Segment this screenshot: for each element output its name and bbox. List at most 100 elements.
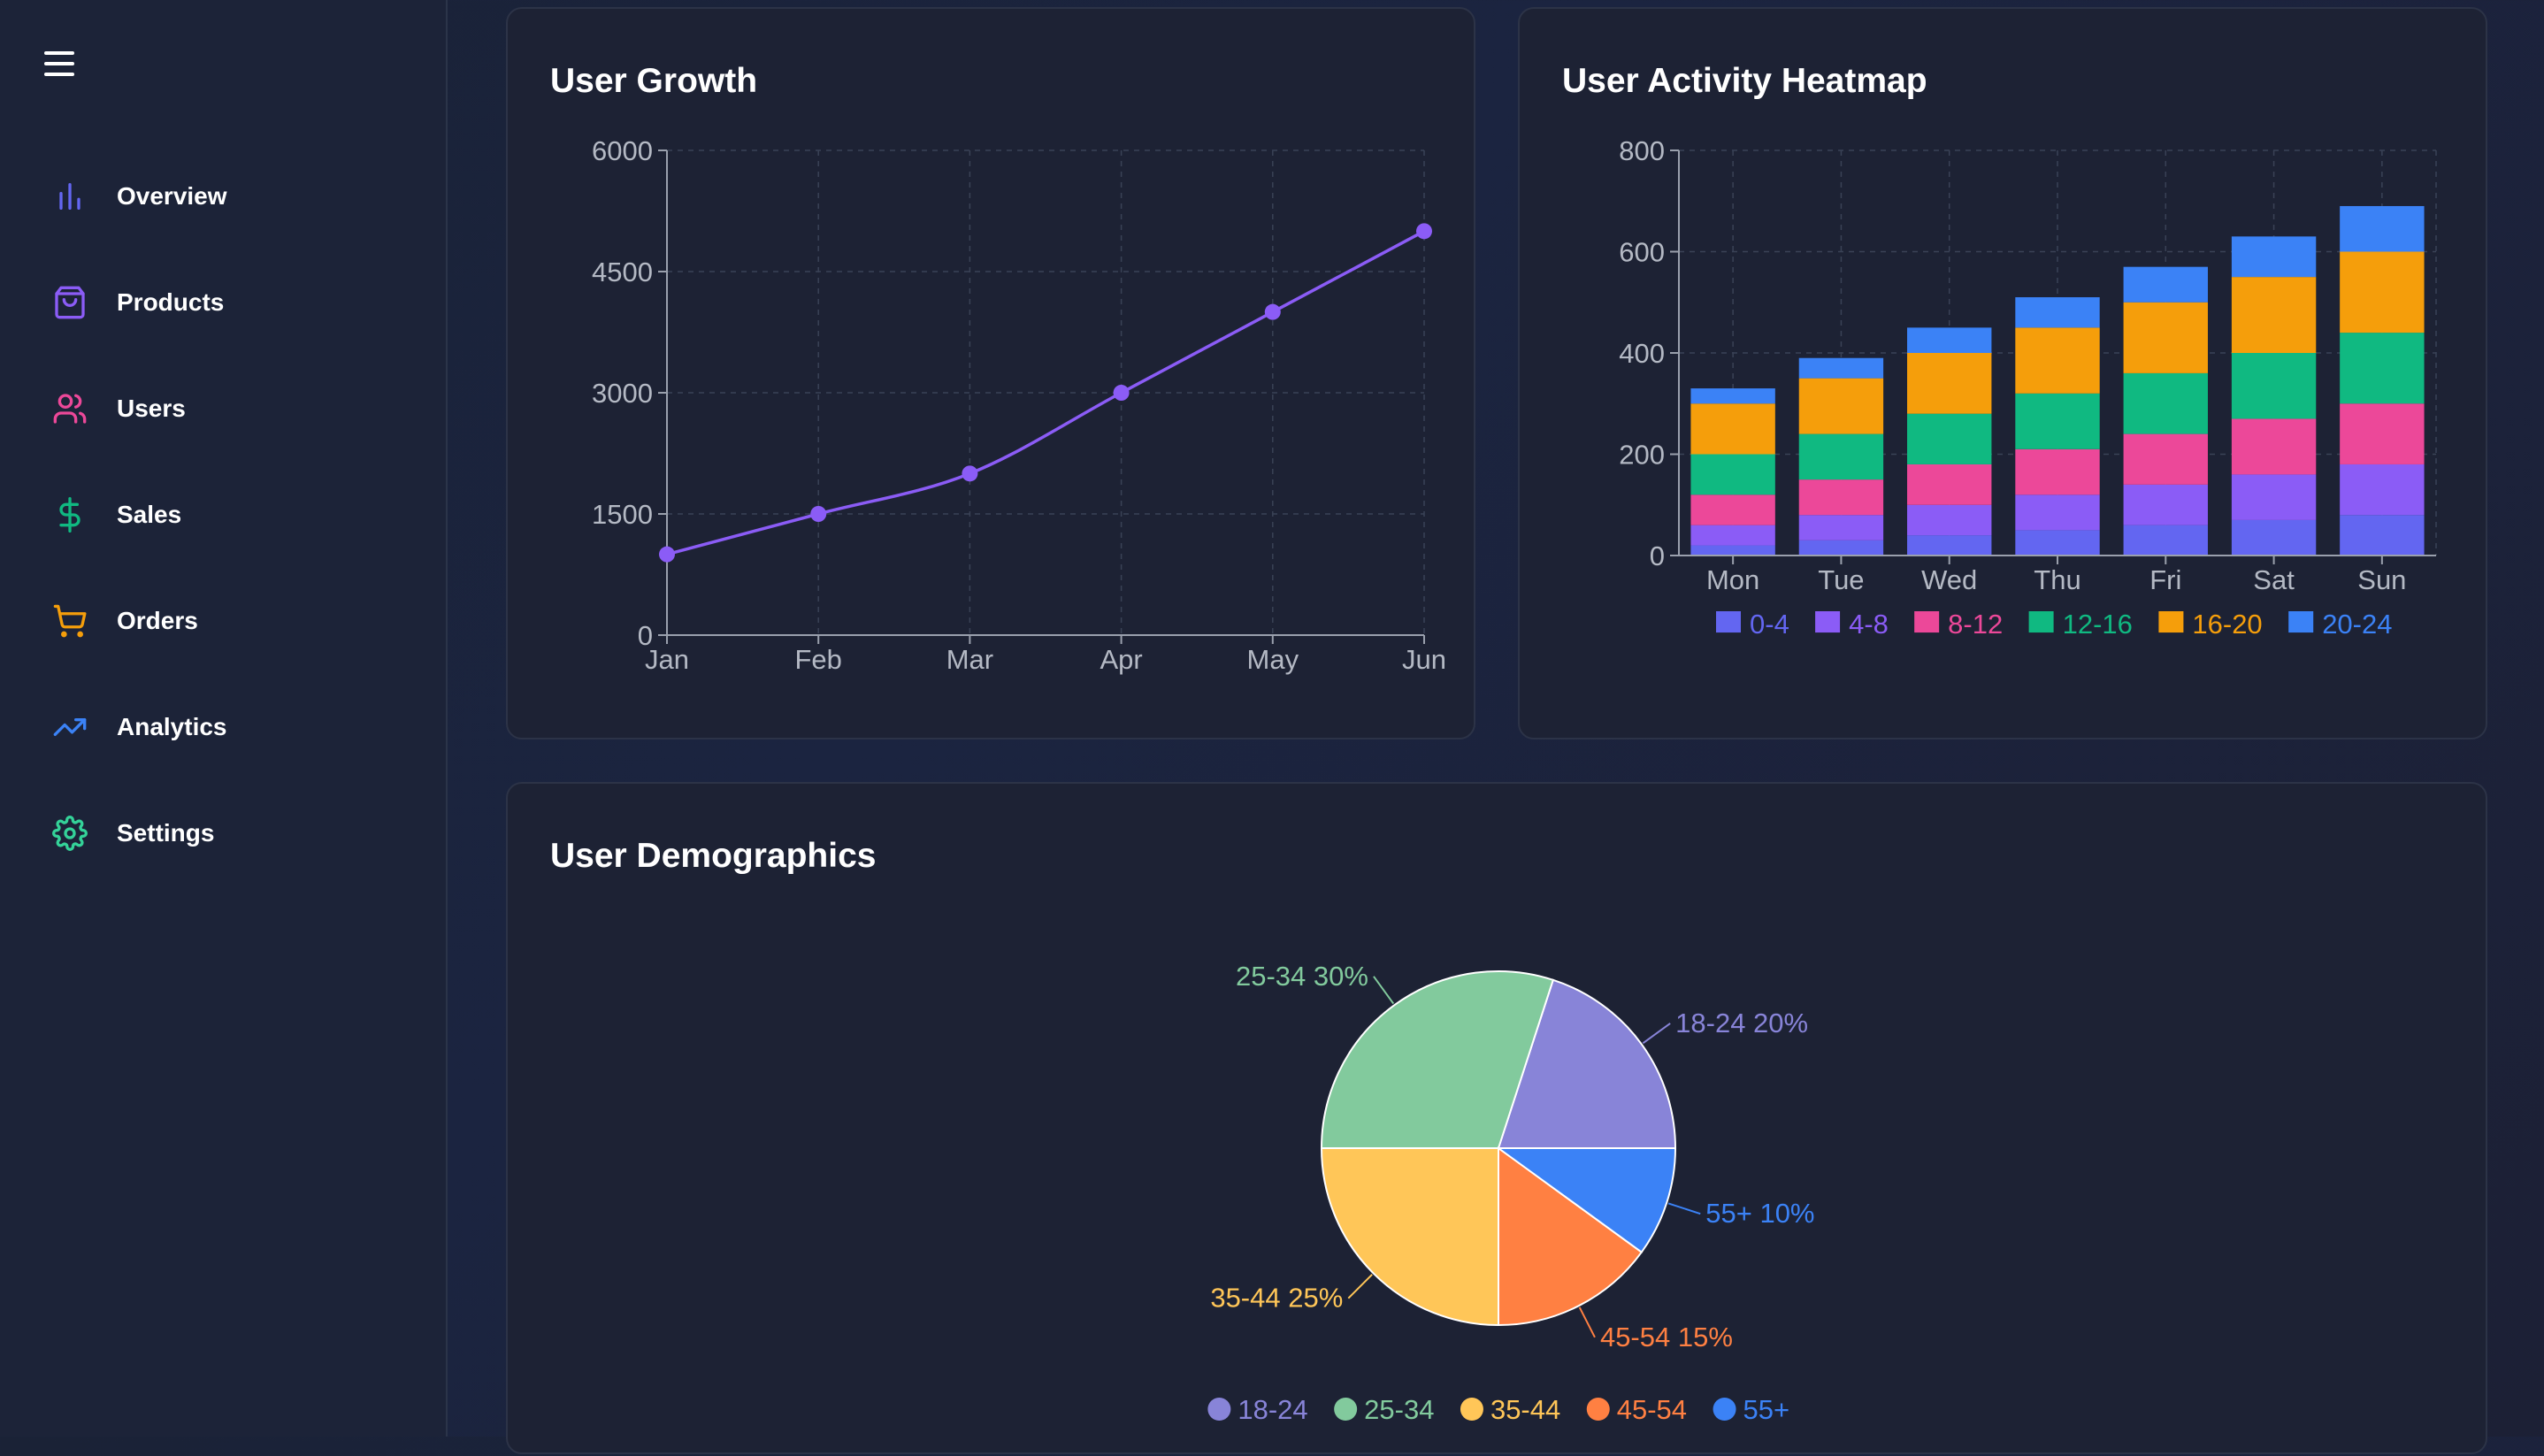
sidebar-item-settings[interactable]: Settings (51, 807, 214, 860)
bar-segment (2340, 333, 2425, 404)
legend-label: 55+ (1743, 1394, 1790, 1425)
dollar-sign-icon (51, 496, 88, 533)
label-connector (1667, 1202, 1701, 1215)
bar-segment (2231, 519, 2317, 556)
pie (1320, 970, 1677, 1327)
data-point (962, 465, 978, 482)
user-activity-heatmap-card: User Activity Heatmap 0 200 400 600 800 Mon Tu… (1518, 7, 2487, 739)
gear-icon (51, 815, 88, 852)
bar-segment (1690, 545, 1775, 556)
bar-segment (2340, 251, 2425, 333)
sidebar-item-label: Sales (117, 501, 182, 528)
sidebar-item-sales[interactable]: Sales (51, 488, 181, 541)
bar-segment (2123, 525, 2208, 556)
grid (667, 149, 1425, 635)
bar-segment (1907, 327, 1992, 353)
sidebar-item-analytics[interactable]: Analytics (51, 701, 227, 754)
x-tick-label: Tue (1818, 564, 1864, 595)
bar-segment (1907, 535, 1992, 556)
sidebar-item-users[interactable]: Users (51, 382, 186, 435)
bar-segment (2231, 236, 2317, 278)
x-tick-label: Jun (1402, 644, 1446, 675)
users-icon (51, 390, 88, 427)
legend-swatch (1713, 1398, 1736, 1421)
legend-swatch (1914, 611, 1940, 633)
legend-label: 25-34 (1364, 1394, 1434, 1425)
x-tick-label: Sun (2357, 564, 2406, 595)
shopping-cart-icon (51, 602, 88, 640)
bar-segment (2123, 266, 2208, 303)
series-line (666, 229, 1425, 556)
bar-segment (2340, 464, 2425, 516)
y-tick-label: 400 (1619, 338, 1665, 369)
x-tick-label: Apr (1100, 644, 1142, 675)
y-tick-label: 6000 (592, 135, 653, 166)
bar-segment (2340, 403, 2425, 464)
trending-up-icon (51, 709, 88, 746)
bar-segment (1690, 403, 1775, 455)
sidebar-item-products[interactable]: Products (51, 276, 224, 329)
bar-segment (2015, 393, 2100, 449)
bar-segment (1798, 515, 1884, 540)
bar-segment (1798, 540, 1884, 556)
legend-swatch (2158, 611, 2184, 633)
user-growth-card: User Growth 0 1500 3000 4500 6000 Jan Feb Mar Ap… (506, 7, 1475, 739)
data-point (1416, 223, 1432, 240)
bar-segment (2123, 484, 2208, 525)
sidebar-item-label: Users (117, 395, 186, 422)
legend-label: 18-24 (1238, 1394, 1307, 1425)
bar-segment (2123, 302, 2208, 373)
label-connector (1642, 1023, 1671, 1045)
bar-segment (2015, 448, 2100, 495)
shopping-bag-icon (51, 284, 88, 321)
x-tick-label: Feb (794, 644, 841, 675)
legend-swatch (1716, 611, 1741, 633)
bar-segment (2231, 277, 2317, 353)
y-tick-label: 0 (1650, 540, 1665, 571)
bar-segment (1798, 357, 1884, 379)
bar-segment (1907, 353, 1992, 414)
y-tick-label: 1500 (592, 499, 653, 530)
user-demographics-card: User Demographics 18-24 20% 25-34 30% 35-4… (506, 782, 2487, 1454)
data-point (1113, 385, 1130, 401)
pie-slice (1320, 1147, 1499, 1327)
user-demographics-chart: 18-24 20% 25-34 30% 35-44 25% 45-54 15% 55+ … (1207, 961, 1815, 1425)
bar-segment (1798, 479, 1884, 516)
sidebar-item-overview[interactable]: Overview (51, 170, 227, 223)
legend-label: 8-12 (1948, 609, 2003, 640)
bar-segment (1798, 378, 1884, 434)
y-tick-label: 600 (1619, 237, 1665, 268)
data-point (1264, 303, 1281, 320)
user-growth-chart: 01500300045006000Jan Feb Mar Apr May Jun (592, 135, 1446, 675)
bar-segment (2123, 433, 2208, 485)
bar-segment (1690, 525, 1775, 546)
legend: 0-4 4-8 8-12 12-16 16-20 20-24 (1716, 609, 2392, 640)
bar-segment (2015, 327, 2100, 394)
data-point (659, 546, 675, 563)
slice-label: 35-44 25% (1210, 1283, 1343, 1314)
hamburger-menu-icon[interactable] (41, 46, 80, 81)
bar-segment (2015, 530, 2100, 556)
x-tick-label: Sat (2253, 564, 2295, 595)
bar-segment (1690, 494, 1775, 525)
bar-segment (1798, 433, 1884, 480)
sidebar-item-orders[interactable]: Orders (51, 594, 198, 648)
legend-label: 20-24 (2322, 609, 2392, 640)
label-connector (1373, 976, 1395, 1005)
bar-segment (2340, 515, 2425, 556)
bar-chart-icon (51, 178, 88, 215)
x-tick-label: Mar (946, 644, 993, 675)
legend-swatch (1815, 611, 1841, 633)
x-tick-label: Fri (2149, 564, 2181, 595)
user-activity-heatmap-chart: 0 200 400 600 800 Mon Tue Wed Thu Fri Sat Sun 0-4 4-8… (1619, 135, 2437, 640)
bar-segment (1907, 464, 1992, 505)
bar-segment (1907, 413, 1992, 464)
y-tick-label: 800 (1619, 135, 1665, 166)
legend-swatch (1460, 1398, 1483, 1421)
legend-label: 12-16 (2063, 609, 2133, 640)
slice-label: 18-24 20% (1675, 1008, 1808, 1038)
bar-segment (2231, 474, 2317, 520)
sidebar-item-label: Products (117, 288, 225, 316)
bar-segment (2015, 494, 2100, 531)
y-tick-label: 4500 (592, 257, 653, 287)
